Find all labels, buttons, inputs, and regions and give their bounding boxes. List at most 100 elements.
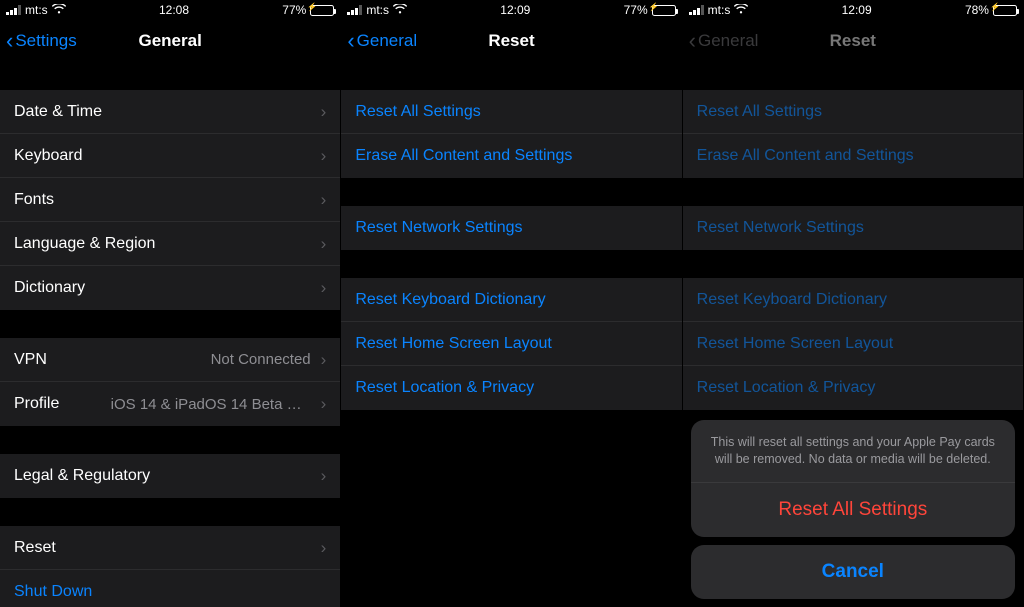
row-label: Reset Keyboard Dictionary (697, 291, 1009, 309)
carrier-label: mt:s (25, 3, 48, 17)
confirm-reset-button[interactable]: Reset All Settings (691, 483, 1015, 537)
row-erase-all[interactable]: Erase All Content and Settings (341, 134, 681, 178)
row-reset-location: Reset Location & Privacy (683, 366, 1023, 410)
chevron-right-icon: › (321, 146, 327, 166)
wifi-icon (734, 3, 748, 17)
status-bar: mt:s 12:08 77% ⚡ (0, 0, 340, 20)
settings-group: Date & Time›Keyboard›Fonts›Language & Re… (0, 90, 340, 310)
signal-icon (6, 5, 21, 15)
clock: 12:08 (159, 3, 189, 17)
row-label: Erase All Content and Settings (697, 147, 1009, 165)
row-label: Shut Down (14, 583, 326, 601)
signal-icon (689, 5, 704, 15)
back-button[interactable]: ‹ Settings (6, 30, 77, 52)
row-legal[interactable]: Legal & Regulatory› (0, 454, 340, 498)
row-label: Fonts (14, 191, 315, 209)
group-spacer (683, 178, 1023, 206)
row-label: Reset Network Settings (355, 219, 667, 237)
wifi-icon (52, 3, 66, 17)
back-label: Settings (15, 31, 76, 51)
row-label: Language & Region (14, 235, 315, 253)
screen-reset-confirm: mt:s 12:09 78% ⚡ ‹ General Reset Reset A… (683, 0, 1024, 607)
settings-group: Legal & Regulatory› (0, 454, 340, 498)
clock: 12:09 (500, 3, 530, 17)
row-reset-all[interactable]: Reset All Settings (341, 90, 681, 134)
row-label: Reset All Settings (697, 103, 1009, 121)
chevron-left-icon: ‹ (347, 30, 354, 52)
settings-group: VPNNot Connected›ProfileiOS 14 & iPadOS … (0, 338, 340, 426)
row-label: Reset Location & Privacy (355, 379, 667, 397)
group-spacer (0, 310, 340, 338)
settings-group: Reset All Settings Erase All Content and … (341, 90, 681, 178)
settings-group: Reset Keyboard Dictionary Reset Home Scre… (683, 278, 1023, 410)
action-sheet-message: This will reset all settings and your Ap… (691, 420, 1015, 483)
cancel-button[interactable]: Cancel (691, 545, 1015, 599)
row-fonts[interactable]: Fonts› (0, 178, 340, 222)
status-bar: mt:s 12:09 77% ⚡ (341, 0, 681, 20)
screen-general: mt:s 12:08 77% ⚡ ‹ Settings General Date… (0, 0, 341, 607)
row-value: iOS 14 & iPadOS 14 Beta Softwar... (111, 396, 311, 413)
chevron-left-icon: ‹ (689, 30, 696, 52)
row-label: Date & Time (14, 103, 315, 121)
row-reset[interactable]: Reset › (0, 526, 340, 570)
row-label: Legal & Regulatory (14, 467, 315, 485)
row-erase-all: Erase All Content and Settings (683, 134, 1023, 178)
action-sheet-panel: This will reset all settings and your Ap… (691, 420, 1015, 537)
content: Date & Time›Keyboard›Fonts›Language & Re… (0, 62, 340, 607)
settings-group: Reset All Settings Erase All Content and … (683, 90, 1023, 178)
group-spacer (0, 426, 340, 454)
wifi-icon (393, 3, 407, 17)
row-shutdown[interactable]: Shut Down (0, 570, 340, 607)
row-reset-home[interactable]: Reset Home Screen Layout (341, 322, 681, 366)
status-bar: mt:s 12:09 78% ⚡ (683, 0, 1023, 20)
chevron-right-icon: › (321, 102, 327, 122)
row-value: Not Connected (211, 351, 311, 368)
clock: 12:09 (842, 3, 872, 17)
row-keyboard[interactable]: Keyboard › (0, 134, 340, 178)
back-button[interactable]: ‹ General (347, 30, 417, 52)
battery-icon: ⚡ (993, 5, 1017, 16)
content: Reset All Settings Erase All Content and … (341, 62, 681, 607)
chevron-left-icon: ‹ (6, 30, 13, 52)
battery-percent: 77% (282, 3, 306, 17)
action-sheet: This will reset all settings and your Ap… (691, 420, 1015, 599)
row-label: VPN (14, 351, 211, 369)
back-button: ‹ General (689, 30, 759, 52)
carrier-label: mt:s (366, 3, 389, 17)
group-spacer (683, 62, 1023, 90)
battery-icon: ⚡ (310, 5, 334, 16)
row-label: Reset Keyboard Dictionary (355, 291, 667, 309)
group-spacer (0, 62, 340, 90)
chevron-right-icon: › (321, 538, 327, 558)
row-label: Reset Home Screen Layout (697, 335, 1009, 353)
signal-icon (347, 5, 362, 15)
row-reset-network: Reset Network Settings (683, 206, 1023, 250)
group-spacer (341, 250, 681, 278)
chevron-right-icon: › (321, 394, 327, 414)
group-spacer (341, 178, 681, 206)
row-label: Reset All Settings (355, 103, 667, 121)
nav-bar: ‹ Settings General (0, 20, 340, 62)
chevron-right-icon: › (321, 234, 327, 254)
row-label: Reset Location & Privacy (697, 379, 1009, 397)
row-label: Reset (14, 539, 315, 557)
back-label: General (357, 31, 417, 51)
row-profile[interactable]: ProfileiOS 14 & iPadOS 14 Beta Softwar..… (0, 382, 340, 426)
row-reset-location[interactable]: Reset Location & Privacy (341, 366, 681, 410)
row-reset-keyboard-dict[interactable]: Reset Keyboard Dictionary (341, 278, 681, 322)
nav-bar: ‹ General Reset (683, 20, 1023, 62)
row-label: Keyboard (14, 147, 315, 165)
row-reset-network[interactable]: Reset Network Settings (341, 206, 681, 250)
settings-group: Reset Network Settings (683, 206, 1023, 250)
chevron-right-icon: › (321, 350, 327, 370)
chevron-right-icon: › (321, 278, 327, 298)
row-reset-keyboard-dict: Reset Keyboard Dictionary (683, 278, 1023, 322)
row-label: Reset Home Screen Layout (355, 335, 667, 353)
settings-group: Reset › Shut Down (0, 526, 340, 607)
row-dictionary[interactable]: Dictionary› (0, 266, 340, 310)
row-vpn[interactable]: VPNNot Connected › (0, 338, 340, 382)
row-date-time[interactable]: Date & Time › (0, 90, 340, 134)
group-spacer (0, 498, 340, 526)
row-language-region[interactable]: Language & Region › (0, 222, 340, 266)
battery-percent: 77% (624, 3, 648, 17)
